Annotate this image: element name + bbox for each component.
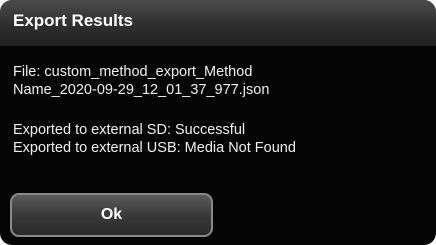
sd-export-status: Exported to external SD: Successful <box>13 122 246 138</box>
usb-export-status: Exported to external USB: Media Not Foun… <box>13 140 296 156</box>
file-name-line-1: File: custom_method_export_Method <box>13 64 253 80</box>
dialog-title: Export Results <box>13 11 133 30</box>
ok-button-label: Ok <box>100 206 123 223</box>
export-results-dialog: Export Results File: custom_method_expor… <box>0 0 436 245</box>
file-name-line-2: Name_2020-09-29_12_01_37_977.json <box>13 82 270 98</box>
ok-button[interactable]: Ok <box>10 193 213 237</box>
dialog-title-bar: Export Results <box>0 0 436 46</box>
